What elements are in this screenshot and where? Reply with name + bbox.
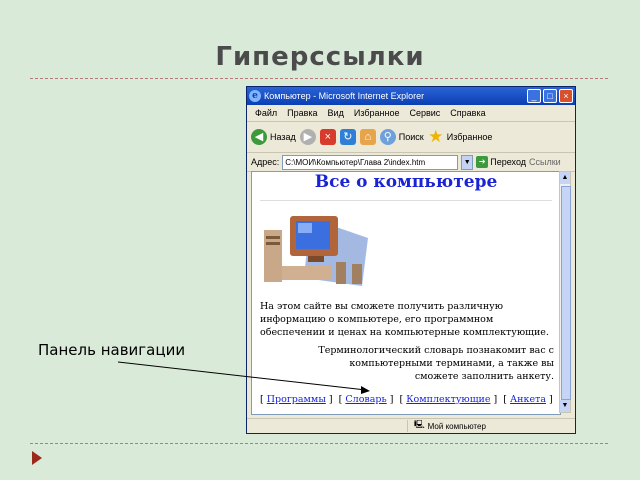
callout-arrow — [117, 361, 370, 394]
bullet-arrow-icon — [32, 451, 42, 465]
bottom-divider — [30, 443, 608, 444]
